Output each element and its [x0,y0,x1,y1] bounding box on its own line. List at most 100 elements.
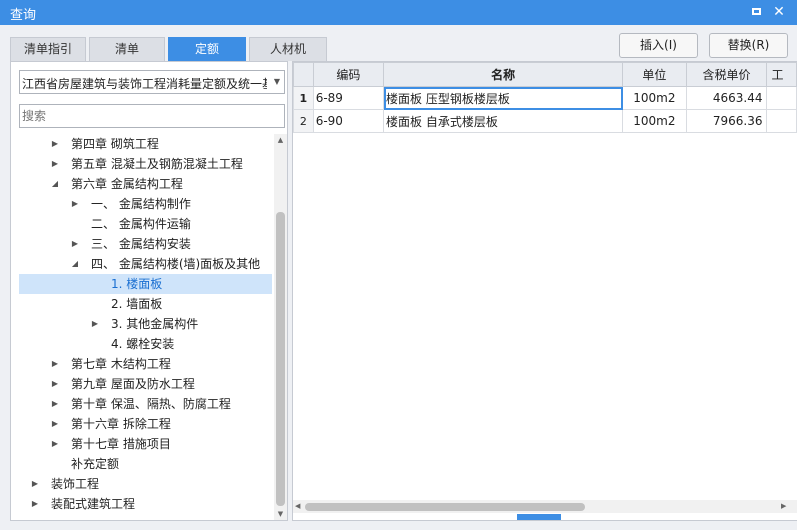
scroll-up-icon[interactable]: ▲ [274,134,287,146]
column-header-tax-price[interactable]: 含税单价 [685,62,768,87]
window-titlebar: 查询 ✕ [0,0,797,25]
tree-collapsed-icon[interactable]: ▶ [49,354,61,374]
column-header-row-number [293,62,314,87]
code-cell[interactable]: 6-89 [312,86,385,110]
tree-collapsed-icon[interactable]: ▶ [89,314,101,334]
column-header-unit[interactable]: 单位 [622,62,687,87]
tree-collapsed-icon[interactable]: ▶ [49,414,61,434]
tree-node[interactable]: ▶ 3. 其他金属构件 [19,314,272,334]
column-header-labor[interactable]: 工 [766,62,797,87]
tree-node-label: 4. 螺栓安装 [111,337,175,351]
minimize-icon[interactable] [748,3,766,21]
name-cell[interactable]: 楼面板 压型钢板楼层板 [383,86,624,110]
tab-bill-guide[interactable]: 清单指引 [10,37,86,61]
tree-collapsed-icon[interactable]: ▶ [49,434,61,454]
table-header-row: 编码 名称 单位 含税单价 工 [293,62,797,87]
tree-node-label: 3. 其他金属构件 [111,317,199,331]
tree-node[interactable]: 1. 楼面板 [19,274,272,294]
labor-cell[interactable] [766,86,797,110]
search-input[interactable] [19,104,285,128]
tree-collapsed-icon[interactable]: ▶ [49,154,61,174]
tree-node[interactable]: ▶ 装配式建筑工程 [19,494,272,514]
tree-node-label: 装饰工程 [51,477,100,491]
tree-collapsed-icon[interactable]: ▶ [29,494,41,514]
tree-node-label: 第五章 混凝土及钢筋混凝土工程 [71,157,243,171]
close-icon[interactable]: ✕ [770,3,788,21]
tree-node-label: 第十章 保温、隔热、防腐工程 [71,397,231,411]
tree-vertical-scrollbar[interactable]: ▲ ▼ [274,134,287,520]
tree-node[interactable]: ▶ 第七章 木结构工程 [19,354,272,374]
tree-expanded-icon[interactable]: ◢ [49,174,61,194]
tree-node[interactable]: 2. 墙面板 [19,294,272,314]
panel-resize-handle[interactable] [517,514,561,520]
tree-node[interactable]: ◢ 四、 金属结构楼(墙)面板及其他 [19,254,272,274]
scroll-down-icon[interactable]: ▼ [274,508,287,520]
tree-collapsed-icon[interactable]: ▶ [49,374,61,394]
tree-node[interactable]: ▶ 第九章 屋面及防水工程 [19,374,272,394]
table-row[interactable]: 1 6-89 楼面板 压型钢板楼层板 100m2 4663.44 [293,86,797,110]
tab-bill[interactable]: 清单 [89,37,165,61]
tree-node-label: 2. 墙面板 [111,297,163,311]
scroll-left-icon[interactable]: ◀ [295,500,300,513]
quota-table-panel: 编码 名称 单位 含税单价 工 1 6-89 楼面板 压型钢板楼层板 100m2… [292,61,797,521]
tree-collapsed-icon[interactable]: ▶ [49,134,61,154]
name-cell[interactable]: 楼面板 自承式楼层板 [383,109,624,133]
tree-node[interactable]: ▶ 第十七章 措施项目 [19,434,272,454]
tree-node[interactable]: 二、 金属构件运输 [19,214,272,234]
window-title: 查询 [10,8,37,23]
tree-node[interactable]: ▶ 第四章 砌筑工程 [19,134,272,154]
tree-node-label: 四、 金属结构楼(墙)面板及其他 [91,257,261,271]
tree-expanded-icon[interactable]: ◢ [69,254,81,274]
table-row[interactable]: 2 6-90 楼面板 自承式楼层板 100m2 7966.36 [293,109,797,133]
row-number: 2 [293,109,314,133]
unit-cell[interactable]: 100m2 [622,109,687,133]
insert-button[interactable]: 插入(I) [619,33,698,58]
column-header-name[interactable]: 名称 [383,62,624,87]
tree-collapsed-icon[interactable]: ▶ [49,394,61,414]
chevron-down-icon[interactable]: ▼ [274,77,280,86]
tree-collapsed-icon[interactable]: ▶ [29,474,41,494]
library-select[interactable]: 江西省房屋建筑与装饰工程消耗量定额及统一基价表 ▼ [19,70,285,94]
quota-tree-panel: 江西省房屋建筑与装饰工程消耗量定额及统一基价表 ▼ ▶ 第四章 砌筑工程 ▶ 第五章 … [10,61,288,521]
replace-button[interactable]: 替换(R) [709,33,788,58]
scrollbar-thumb[interactable] [305,503,585,511]
column-header-code[interactable]: 编码 [312,62,385,87]
tree-node[interactable]: ▶ 一、 金属结构制作 [19,194,272,214]
tree-node-label: 1. 楼面板 [111,277,163,291]
tree-node-label: 第四章 砌筑工程 [71,137,159,151]
tree-node[interactable]: ▶ 装饰工程 [19,474,272,494]
labor-cell[interactable] [766,109,797,133]
tree-collapsed-icon[interactable]: ▶ [69,194,81,214]
row-number: 1 [293,86,314,110]
tree-node-label: 一、 金属结构制作 [91,197,191,211]
tree-node-label: 第七章 木结构工程 [71,357,171,371]
tab-labor-material-machine[interactable]: 人材机 [249,37,327,61]
tree-node-label: 装配式建筑工程 [51,497,136,511]
tree-node[interactable]: 4. 螺栓安装 [19,334,272,354]
price-cell[interactable]: 7966.36 [685,109,768,133]
tree-node[interactable]: ▶ 第十章 保温、隔热、防腐工程 [19,394,272,414]
tree-node[interactable]: ◢ 第六章 金属结构工程 [19,174,272,194]
tree-node[interactable]: ▶ 第五章 混凝土及钢筋混凝土工程 [19,154,272,174]
scrollbar-thumb[interactable] [276,212,285,506]
tree-node-label: 第六章 金属结构工程 [71,177,183,191]
library-select-value: 江西省房屋建筑与装饰工程消耗量定额及统一基价表 [22,77,267,91]
tree-node[interactable]: 补充定额 [19,454,272,474]
tree-node[interactable]: ▶ 三、 金属结构安装 [19,234,272,254]
tree-node-label: 三、 金属结构安装 [91,237,191,251]
chapter-tree: ▶ 第四章 砌筑工程 ▶ 第五章 混凝土及钢筋混凝土工程 ◢ 第六章 金属结构工程 ▶ 一、 … [11,134,273,520]
scroll-right-icon[interactable]: ▶ [781,500,786,513]
tree-node-label: 补充定额 [71,457,120,471]
tree-node-label: 第十六章 拆除工程 [71,417,171,431]
tree-collapsed-icon[interactable]: ▶ [69,234,81,254]
tree-node-label: 第十七章 措施项目 [71,437,171,451]
quota-table: 编码 名称 单位 含税单价 工 1 6-89 楼面板 压型钢板楼层板 100m2… [293,62,797,133]
tree-node[interactable]: ▶ 第十六章 拆除工程 [19,414,272,434]
tab-quota[interactable]: 定额 [168,37,246,61]
code-cell[interactable]: 6-90 [312,109,385,133]
price-cell[interactable]: 4663.44 [685,86,768,110]
unit-cell[interactable]: 100m2 [622,86,687,110]
tree-node-label: 二、 金属构件运输 [91,217,191,231]
tree-node-label: 第九章 屋面及防水工程 [71,377,195,391]
table-horizontal-scrollbar[interactable]: ◀ ▶ [293,500,797,513]
